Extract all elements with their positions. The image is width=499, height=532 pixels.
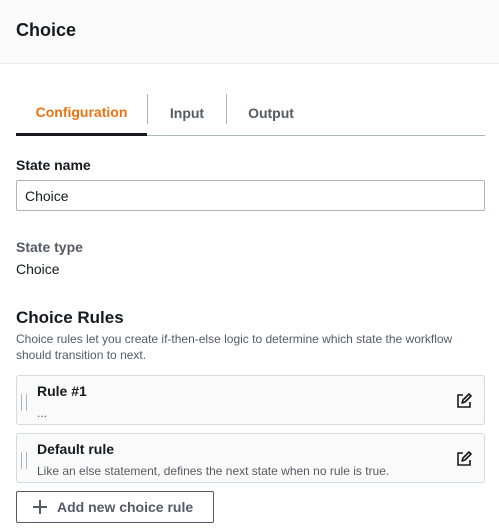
tab-input[interactable]: Input [148, 90, 226, 136]
rule-card-default[interactable]: Default rule Like an else statement, def… [16, 433, 485, 483]
add-choice-rule-label: Add new choice rule [57, 499, 194, 515]
plus-icon [33, 500, 47, 514]
panel-title: Choice [16, 20, 77, 40]
rule-card-1[interactable]: Rule #1 ... [16, 375, 485, 425]
rule-title: Default rule [37, 441, 115, 457]
choice-rules-title: Choice Rules [16, 308, 124, 327]
drag-handle-icon[interactable] [21, 452, 27, 469]
state-type-value: Choice [16, 261, 60, 277]
state-name-label: State name [16, 157, 91, 173]
state-type-label: State type [16, 239, 83, 255]
tab-output[interactable]: Output [227, 90, 315, 136]
state-name-input[interactable] [16, 180, 485, 211]
tab-bar: Configuration Input Output [16, 90, 485, 136]
choice-rules-description: Choice rules let you create if-then-else… [16, 332, 453, 362]
rule-subtitle: ... [37, 406, 48, 420]
drag-handle-icon[interactable] [21, 394, 27, 411]
panel-header: Choice [0, 0, 499, 64]
tab-configuration[interactable]: Configuration [16, 90, 147, 136]
rule-title: Rule #1 [37, 383, 87, 399]
edit-icon[interactable] [456, 393, 472, 409]
edit-icon[interactable] [456, 451, 472, 467]
add-choice-rule-button[interactable]: Add new choice rule [16, 491, 214, 523]
rule-subtitle: Like an else statement, defines the next… [37, 464, 390, 478]
